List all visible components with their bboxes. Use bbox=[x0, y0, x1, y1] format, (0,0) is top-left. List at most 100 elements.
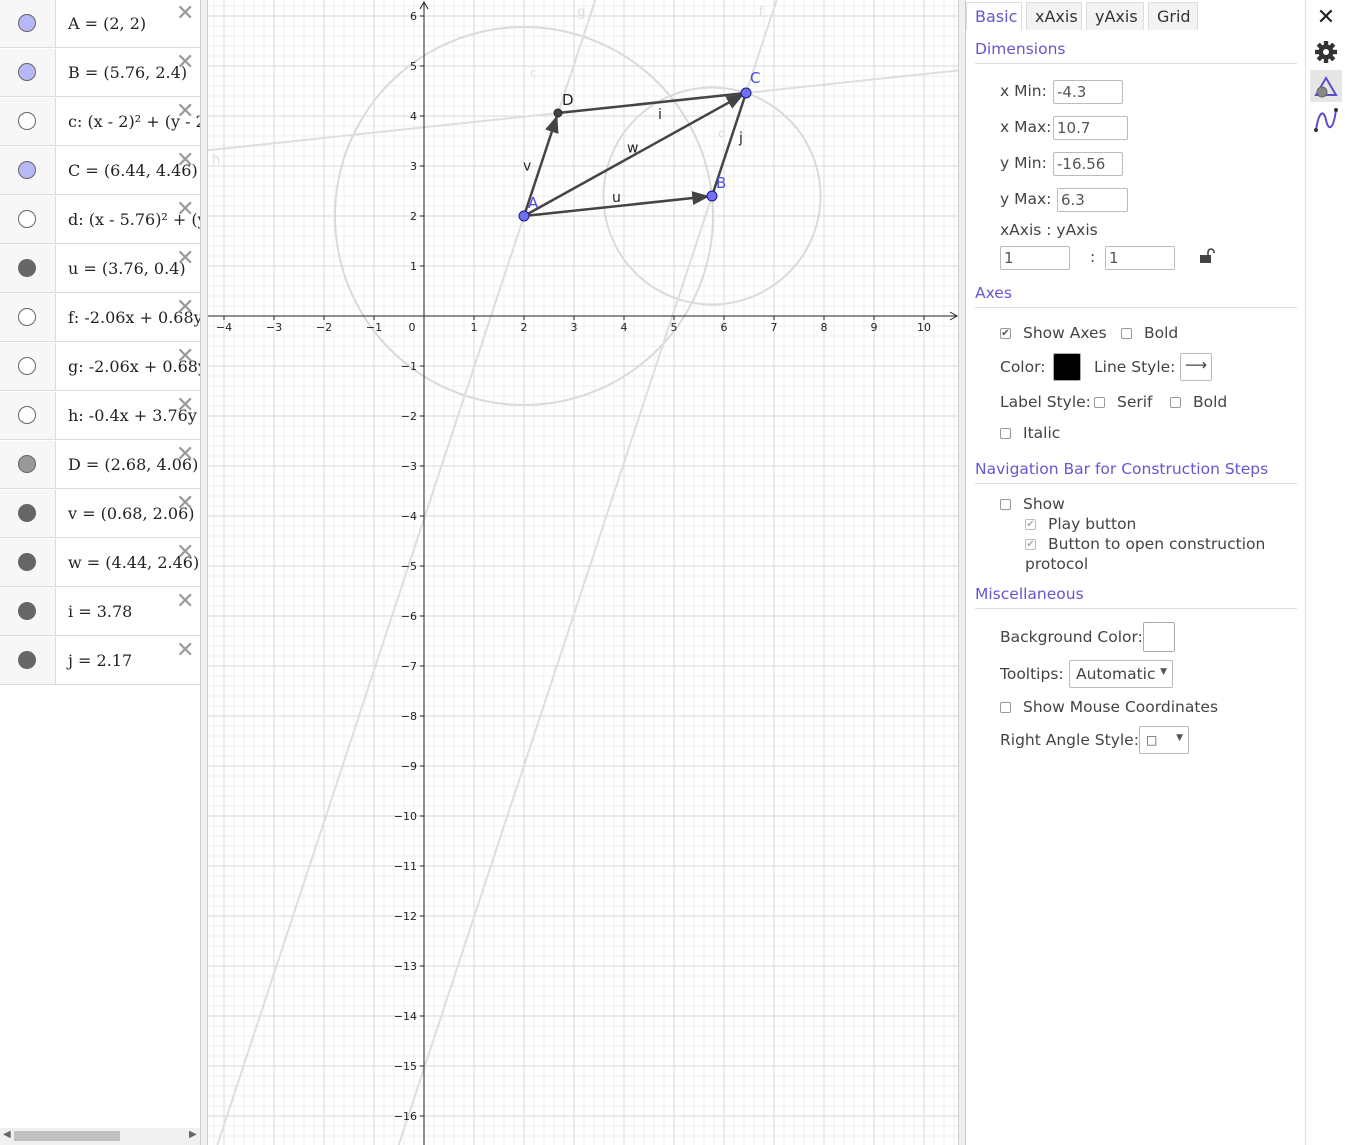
visibility-toggle-cell[interactable] bbox=[0, 637, 56, 684]
graphics-view-icon[interactable] bbox=[1310, 70, 1342, 102]
visibility-toggle-cell[interactable] bbox=[0, 196, 56, 243]
algebra-item-text[interactable]: u = (3.76, 0.4) bbox=[68, 259, 186, 278]
background-color-swatch[interactable] bbox=[1143, 622, 1175, 652]
label-bold-checkbox[interactable] bbox=[1170, 397, 1181, 408]
visibility-marble-icon[interactable] bbox=[18, 455, 36, 473]
point-A[interactable] bbox=[518, 210, 530, 222]
mouse-coords-checkbox[interactable] bbox=[1000, 702, 1011, 713]
serif-checkbox[interactable] bbox=[1094, 397, 1105, 408]
xmax-input[interactable]: 10.7 bbox=[1053, 116, 1128, 140]
delete-icon[interactable]: ✕ bbox=[176, 3, 194, 25]
tab-grid[interactable]: Grid bbox=[1148, 2, 1198, 30]
delete-icon[interactable]: ✕ bbox=[176, 640, 194, 662]
delete-icon[interactable]: ✕ bbox=[176, 52, 194, 74]
visibility-toggle-cell[interactable] bbox=[0, 147, 56, 194]
algebra-item-text[interactable]: B = (5.76, 2.4) bbox=[68, 63, 187, 82]
algebra-item[interactable]: v = (0.68, 2.06) ✕ bbox=[0, 490, 200, 538]
visibility-marble-icon[interactable] bbox=[18, 504, 36, 522]
xmin-input[interactable]: -4.3 bbox=[1053, 80, 1123, 104]
algebra-item[interactable]: B = (5.76, 2.4) ✕ bbox=[0, 49, 200, 97]
ymax-input[interactable]: 6.3 bbox=[1057, 188, 1128, 212]
delete-icon[interactable]: ✕ bbox=[176, 542, 194, 564]
visibility-marble-icon[interactable] bbox=[18, 161, 36, 179]
algebra-item[interactable]: j = 2.17 ✕ bbox=[0, 637, 200, 685]
function-graph-icon[interactable] bbox=[1310, 104, 1342, 136]
delete-icon[interactable]: ✕ bbox=[176, 101, 194, 123]
scroll-right-arrow-icon[interactable]: ▶ bbox=[189, 1129, 197, 1140]
visibility-marble-icon[interactable] bbox=[18, 308, 36, 326]
tab-yaxis[interactable]: yAxis bbox=[1086, 2, 1144, 30]
scrollbar-thumb[interactable] bbox=[14, 1131, 120, 1141]
right-angle-dropdown[interactable]: □ ▼ bbox=[1139, 726, 1189, 754]
visibility-toggle-cell[interactable] bbox=[0, 441, 56, 488]
algebra-item-text[interactable]: A = (2, 2) bbox=[68, 14, 146, 33]
algebra-item[interactable]: f: -2.06x + 0.68y ✕ bbox=[0, 294, 200, 342]
ratio-y-input[interactable]: 1 bbox=[1105, 246, 1175, 270]
algebra-item[interactable]: d: (x - 5.76)² + (y ✕ bbox=[0, 196, 200, 244]
visibility-toggle-cell[interactable] bbox=[0, 392, 56, 439]
visibility-marble-icon[interactable] bbox=[18, 112, 36, 130]
visibility-toggle-cell[interactable] bbox=[0, 0, 56, 47]
graphics-view[interactable]: cdfgh −4 −3 −2 −1 0 1 2 3 4 5 6 7 8 9 10 6 5 4 3 2 1 −1 −2 −3 −4… bbox=[208, 0, 958, 1145]
algebra-item[interactable]: g: -2.06x + 0.68y ✕ bbox=[0, 343, 200, 391]
delete-icon[interactable]: ✕ bbox=[176, 591, 194, 613]
show-axes-checkbox[interactable]: ✔ bbox=[1000, 328, 1011, 339]
visibility-marble-icon[interactable] bbox=[18, 63, 36, 81]
delete-icon[interactable]: ✕ bbox=[176, 493, 194, 515]
visibility-toggle-cell[interactable] bbox=[0, 245, 56, 292]
visibility-toggle-cell[interactable] bbox=[0, 539, 56, 586]
delete-icon[interactable]: ✕ bbox=[176, 150, 194, 172]
view-splitter-right[interactable] bbox=[958, 0, 966, 1145]
graphics-canvas[interactable]: cdfgh −4 −3 −2 −1 0 1 2 3 4 5 6 7 8 9 10654321−1−2−3−4… bbox=[208, 0, 958, 1145]
delete-icon[interactable]: ✕ bbox=[176, 199, 194, 221]
italic-checkbox[interactable] bbox=[1000, 428, 1011, 439]
visibility-marble-icon[interactable] bbox=[18, 210, 36, 228]
line-style-dropdown[interactable]: ⟶ bbox=[1180, 353, 1212, 381]
algebra-item[interactable]: i = 3.78 ✕ bbox=[0, 588, 200, 636]
algebra-item[interactable]: h: -0.4x + 3.76y =✕ bbox=[0, 392, 200, 440]
ratio-x-input[interactable]: 1 bbox=[1000, 246, 1070, 270]
algebra-item-text[interactable]: j = 2.17 bbox=[68, 651, 132, 670]
visibility-marble-icon[interactable] bbox=[18, 553, 36, 571]
algebra-item[interactable]: w = (4.44, 2.46) ✕ bbox=[0, 539, 200, 587]
gear-icon[interactable] bbox=[1310, 36, 1342, 68]
visibility-toggle-cell[interactable] bbox=[0, 98, 56, 145]
delete-icon[interactable]: ✕ bbox=[176, 297, 194, 319]
ymin-input[interactable]: -16.56 bbox=[1053, 152, 1123, 176]
tab-xaxis[interactable]: xAxis bbox=[1026, 2, 1082, 30]
delete-icon[interactable]: ✕ bbox=[176, 346, 194, 368]
visibility-marble-icon[interactable] bbox=[18, 406, 36, 424]
delete-icon[interactable]: ✕ bbox=[176, 444, 194, 466]
point-D[interactable] bbox=[553, 108, 563, 118]
delete-icon[interactable]: ✕ bbox=[176, 248, 194, 270]
algebra-horizontal-scrollbar[interactable]: ◀ ▶ bbox=[0, 1128, 200, 1145]
algebra-item[interactable]: A = (2, 2) ✕ bbox=[0, 0, 200, 48]
algebra-item-text[interactable]: i = 3.78 bbox=[68, 602, 132, 621]
delete-icon[interactable]: ✕ bbox=[176, 395, 194, 417]
unlock-icon[interactable] bbox=[1199, 248, 1215, 264]
algebra-item[interactable]: C = (6.44, 4.46) ✕ bbox=[0, 147, 200, 195]
protocol-button-checkbox[interactable]: ✔ bbox=[1025, 539, 1036, 550]
visibility-marble-icon[interactable] bbox=[18, 357, 36, 375]
algebra-item[interactable]: c: (x - 2)² + (y - 2)²✕ bbox=[0, 98, 200, 146]
axes-color-swatch[interactable] bbox=[1053, 353, 1081, 381]
tab-basic[interactable]: Basic bbox=[966, 2, 1022, 30]
visibility-toggle-cell[interactable] bbox=[0, 294, 56, 341]
tooltips-dropdown[interactable]: Automatic ▼ bbox=[1069, 660, 1173, 688]
scroll-left-arrow-icon[interactable]: ◀ bbox=[3, 1129, 11, 1140]
visibility-marble-icon[interactable] bbox=[18, 14, 36, 32]
nav-show-checkbox[interactable] bbox=[1000, 499, 1011, 510]
visibility-toggle-cell[interactable] bbox=[0, 588, 56, 635]
visibility-marble-icon[interactable] bbox=[18, 602, 36, 620]
visibility-marble-icon[interactable] bbox=[18, 651, 36, 669]
algebra-item[interactable]: u = (3.76, 0.4) ✕ bbox=[0, 245, 200, 293]
axes-bold-checkbox[interactable] bbox=[1121, 328, 1132, 339]
algebra-item[interactable]: D = (2.68, 4.06) ✕ bbox=[0, 441, 200, 489]
visibility-toggle-cell[interactable] bbox=[0, 490, 56, 537]
visibility-marble-icon[interactable] bbox=[18, 259, 36, 277]
point-C[interactable] bbox=[740, 87, 752, 99]
play-button-checkbox[interactable]: ✔ bbox=[1025, 519, 1036, 530]
point-B[interactable] bbox=[706, 190, 718, 202]
visibility-toggle-cell[interactable] bbox=[0, 343, 56, 390]
view-splitter-left[interactable] bbox=[200, 0, 208, 1145]
